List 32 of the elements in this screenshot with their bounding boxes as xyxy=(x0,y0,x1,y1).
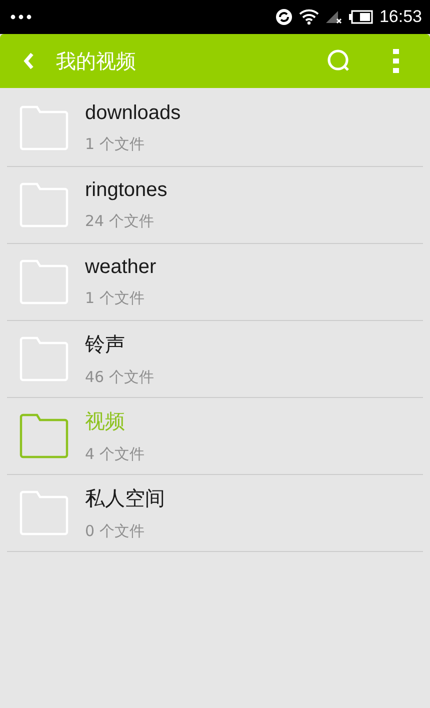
sync-icon xyxy=(275,8,294,26)
file-count: 4 个文件 xyxy=(85,445,144,464)
file-count: 1 个文件 xyxy=(85,135,146,154)
folder-name: downloads xyxy=(85,102,181,125)
folder-item[interactable]: ringtones 24 个文件 xyxy=(7,167,423,244)
more-vertical-icon[interactable] xyxy=(393,49,399,73)
folder-item[interactable]: downloads 1 个文件 xyxy=(7,90,423,167)
folder-name: weather xyxy=(85,256,156,279)
folder-item[interactable]: 私人空间 0 个文件 xyxy=(7,475,423,552)
signal-icon xyxy=(325,9,344,25)
folder-icon xyxy=(18,105,70,151)
file-count: 46 个文件 xyxy=(85,368,154,387)
back-icon[interactable] xyxy=(23,51,35,71)
folder-icon xyxy=(18,490,70,536)
more-icon xyxy=(10,14,32,20)
file-count: 0 个文件 xyxy=(85,522,146,541)
wifi-icon xyxy=(299,9,320,25)
folder-item[interactable]: weather 1 个文件 xyxy=(7,244,423,321)
file-count: 24 个文件 xyxy=(85,212,155,231)
app-bar-title: 我的视频 xyxy=(56,48,137,74)
folder-icon xyxy=(18,259,70,305)
folder-name: 铃声 xyxy=(85,333,126,358)
folder-name: ringtones xyxy=(85,179,168,202)
folder-icon xyxy=(18,182,70,228)
folder-name: 视频 xyxy=(85,410,126,435)
file-count: 1 个文件 xyxy=(85,289,146,308)
folder-item[interactable]: 铃声 46 个文件 xyxy=(7,321,423,398)
status-time: 16:53 xyxy=(379,7,422,27)
folder-icon xyxy=(18,336,70,382)
folder-icon xyxy=(18,413,70,459)
battery-icon xyxy=(349,10,374,24)
folder-name: 私人空间 xyxy=(85,487,165,512)
